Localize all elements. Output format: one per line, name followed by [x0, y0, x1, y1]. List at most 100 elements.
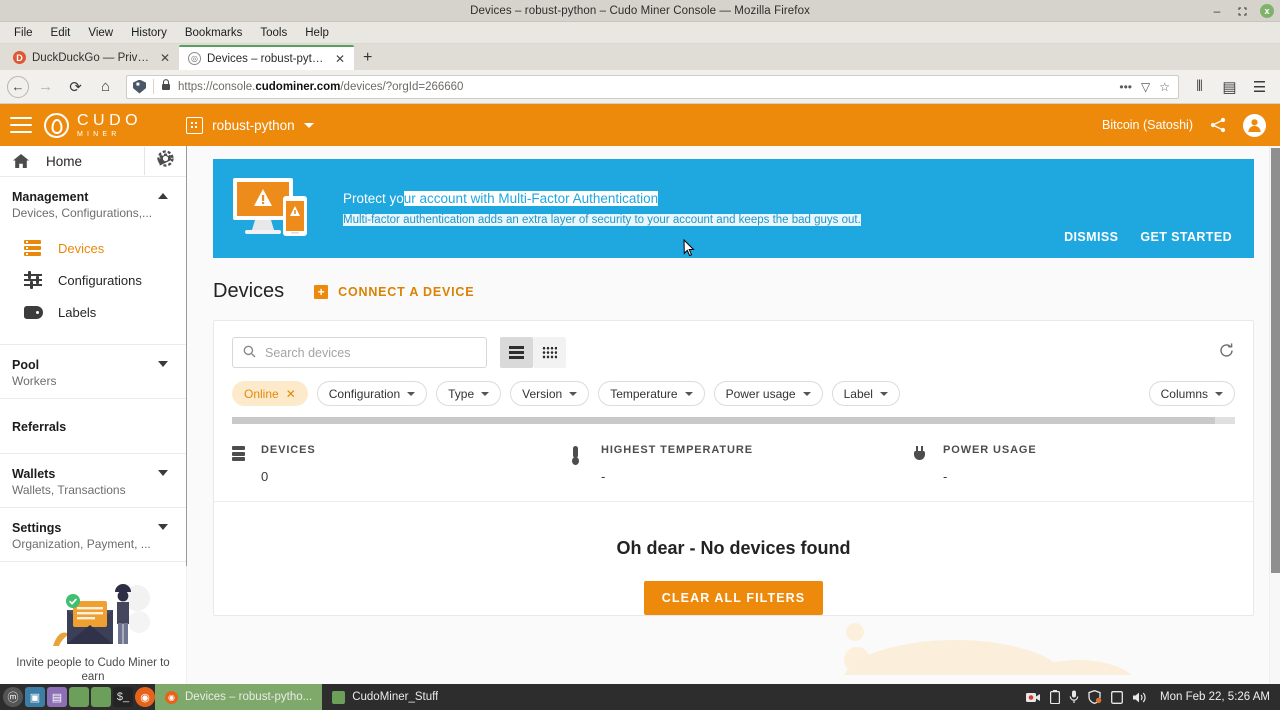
sidebar-item-configurations[interactable]: Configurations: [12, 264, 174, 296]
library-icon[interactable]: ⫴: [1186, 73, 1213, 100]
reload-icon[interactable]: ⟳: [62, 73, 89, 100]
chevron-down-icon[interactable]: [158, 470, 168, 476]
browser-tab-devices[interactable]: ◎ Devices – robust-python – C ✕: [179, 45, 354, 70]
stat-value: -: [601, 469, 606, 484]
tracking-protection-icon[interactable]: [133, 79, 146, 94]
new-tab-button[interactable]: +: [354, 49, 381, 70]
get-started-button[interactable]: GET STARTED: [1140, 230, 1232, 244]
horizontal-scroll-thumb[interactable]: [232, 417, 1215, 424]
sidebar-group-settings[interactable]: Settings Organization, Payment, ...: [0, 508, 186, 562]
url-bar[interactable]: https://console.cudominer.com/devices/?o…: [126, 74, 1179, 99]
menu-tools[interactable]: Tools: [252, 25, 295, 41]
taskbar-window-firefox[interactable]: ◉ Devices – robust-pytho...: [155, 684, 323, 710]
referral-promo[interactable]: Invite people to Cudo Miner to earn: [0, 562, 186, 684]
chevron-down-icon: [407, 391, 416, 396]
org-switcher[interactable]: robust-python: [186, 116, 314, 134]
sidebar-group-pool[interactable]: Pool Workers: [0, 345, 186, 400]
sidebar-item-devices[interactable]: Devices: [12, 232, 174, 264]
bookmark-star-icon[interactable]: ☆: [1159, 80, 1170, 94]
clear-all-filters-button[interactable]: CLEAR ALL FILTERS: [643, 581, 824, 615]
dismiss-button[interactable]: DISMISS: [1064, 230, 1118, 244]
mfa-banner-title: Protect your account with Multi-Factor A…: [343, 191, 659, 206]
sidebar-item-home[interactable]: Home: [0, 146, 186, 178]
sidebar-group-management[interactable]: Management Devices, Configurations,... D…: [0, 177, 186, 346]
page-scrollbar[interactable]: [1269, 146, 1280, 684]
columns-label: Columns: [1160, 386, 1208, 401]
sidebar-icon[interactable]: ▤: [1216, 73, 1243, 100]
close-icon[interactable]: ✕: [159, 51, 171, 65]
grid-view-button[interactable]: [533, 337, 566, 368]
terminal-icon[interactable]: $_: [113, 687, 133, 707]
app-green-icon[interactable]: [69, 687, 89, 707]
filter-chip-version[interactable]: Version: [510, 381, 590, 406]
page-scroll-thumb[interactable]: [1271, 148, 1280, 573]
filter-chip-temperature[interactable]: Temperature: [598, 381, 705, 406]
columns-button[interactable]: Columns: [1148, 381, 1235, 406]
menu-history[interactable]: History: [123, 25, 175, 41]
minimize-button[interactable]: –: [1210, 4, 1224, 18]
empty-state-title: Oh dear - No devices found: [616, 538, 851, 558]
sidebar-item-labels[interactable]: Labels: [12, 296, 174, 328]
firefox-icon[interactable]: ◉: [135, 687, 155, 707]
cudo-miner-logo[interactable]: CUDO MINER: [44, 112, 142, 138]
text-editor-icon[interactable]: ▤: [47, 687, 67, 707]
display-icon[interactable]: [1111, 690, 1123, 704]
account-icon[interactable]: [1243, 113, 1266, 137]
app-menu-icon[interactable]: ☰: [1246, 73, 1273, 100]
browser-tab-duckduckgo[interactable]: D DuckDuckGo — Privacy, simp ✕: [4, 45, 179, 70]
volume-icon[interactable]: [1132, 691, 1147, 704]
shield-icon[interactable]: [1088, 690, 1102, 704]
filter-chip-label[interactable]: Label: [831, 381, 900, 406]
forward-icon[interactable]: →: [32, 73, 59, 100]
back-icon[interactable]: ←: [7, 75, 29, 98]
record-icon[interactable]: [1026, 692, 1041, 703]
sidebar-group-referrals[interactable]: Referrals: [0, 399, 186, 454]
refresh-icon[interactable]: [1218, 342, 1235, 364]
filter-chip-configuration[interactable]: Configuration: [316, 381, 428, 406]
filter-chip-type[interactable]: Type: [436, 381, 502, 406]
menu-edit[interactable]: Edit: [43, 25, 79, 41]
close-icon[interactable]: ✕: [334, 52, 346, 66]
taskbar-window-folder[interactable]: CudoMiner_Stuff: [322, 684, 448, 710]
menu-view[interactable]: View: [80, 25, 121, 41]
menu-file[interactable]: File: [6, 25, 41, 41]
currency-selector[interactable]: Bitcoin (Satoshi): [1102, 118, 1193, 132]
share-icon[interactable]: [1209, 116, 1227, 134]
menu-toggle-icon[interactable]: [10, 117, 32, 133]
horizontal-scrollbar[interactable]: [232, 417, 1235, 424]
home-icon[interactable]: ⌂: [92, 73, 119, 100]
chevron-down-icon[interactable]: [158, 361, 168, 368]
page-actions-icon[interactable]: •••: [1119, 80, 1132, 94]
stat-highest-temperature: HIGHEST TEMPERATURE -: [572, 444, 914, 484]
stat-value: -: [943, 469, 948, 484]
chevron-down-icon[interactable]: [158, 524, 168, 530]
window-title: Devices – robust-python – Cudo Miner Con…: [470, 4, 810, 17]
battery-icon[interactable]: [1050, 690, 1061, 704]
filter-chip-label: Temperature: [610, 386, 678, 401]
close-icon[interactable]: ✕: [286, 387, 296, 401]
mfa-banner: Protect your account with Multi-Factor A…: [213, 159, 1254, 258]
stat-label: DEVICES: [261, 444, 316, 456]
list-view-button[interactable]: [500, 337, 533, 368]
maximize-button[interactable]: [1235, 4, 1249, 18]
clock[interactable]: Mon Feb 22, 5:26 AM: [1160, 691, 1270, 703]
pocket-icon[interactable]: ▽: [1141, 80, 1150, 94]
search-input[interactable]: [265, 345, 476, 360]
close-button[interactable]: x: [1260, 4, 1274, 18]
sidebar-group-wallets[interactable]: Wallets Wallets, Transactions: [0, 454, 186, 508]
taskbar-window-title: Devices – robust-pytho...: [185, 691, 313, 703]
duckduckgo-icon: D: [13, 51, 26, 64]
ubuntu-icon[interactable]: ⓜ: [3, 687, 23, 707]
microphone-icon[interactable]: [1069, 690, 1079, 704]
menu-bookmarks[interactable]: Bookmarks: [177, 25, 251, 41]
files-icon[interactable]: [91, 687, 111, 707]
menu-help[interactable]: Help: [297, 25, 337, 41]
filter-chip-online[interactable]: Online ✕: [232, 381, 308, 406]
chevron-down-icon: [569, 391, 578, 396]
connect-a-device-button[interactable]: + CONNECT A DEVICE: [314, 284, 474, 299]
camera-icon[interactable]: ▣: [25, 687, 45, 707]
search-devices-field[interactable]: [232, 337, 487, 368]
filter-chip-power-usage[interactable]: Power usage: [713, 381, 823, 406]
chevron-up-icon[interactable]: [158, 193, 168, 200]
gear-icon[interactable]: [157, 150, 174, 172]
